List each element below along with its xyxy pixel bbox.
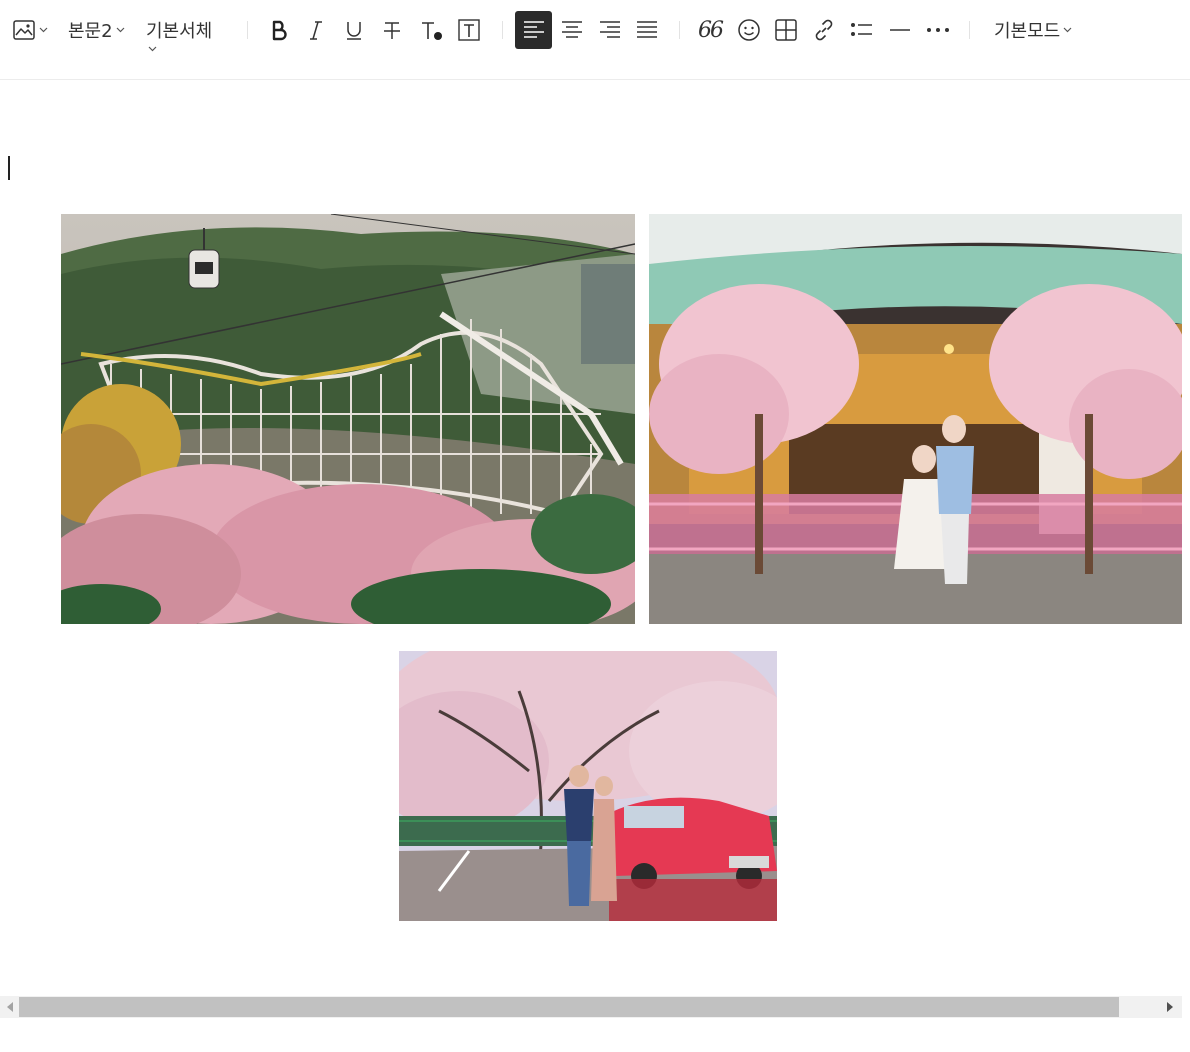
emoji-icon <box>738 19 760 41</box>
editor-mode-dropdown[interactable]: 기본모드 <box>994 16 1072 44</box>
text-background-button[interactable] <box>455 16 483 44</box>
more-button[interactable] <box>924 16 952 44</box>
strikethrough-icon <box>384 22 400 39</box>
italic-button[interactable] <box>303 16 329 44</box>
align-center-button[interactable] <box>558 16 586 44</box>
chevron-down-icon <box>116 27 125 33</box>
scroll-left-button[interactable] <box>0 996 19 1018</box>
font-family-dropdown[interactable]: 기본서체 <box>146 16 212 44</box>
chevron-down-icon <box>148 46 157 52</box>
paragraph-style-label: 본문2 <box>68 21 113 42</box>
horizontal-scrollbar[interactable] <box>0 996 1182 1018</box>
link-icon <box>815 19 833 41</box>
text-background-icon <box>458 19 480 41</box>
align-right-icon <box>600 21 620 38</box>
amusement-park-photo[interactable] <box>61 214 635 624</box>
table-icon <box>775 19 797 41</box>
align-justify-button[interactable] <box>633 16 661 44</box>
amusement-park-image <box>61 214 635 624</box>
table-button[interactable] <box>772 16 800 44</box>
paragraph-style-dropdown[interactable]: 본문2 <box>68 16 125 44</box>
couple-car-photo[interactable] <box>399 651 777 921</box>
toolbar-divider <box>247 21 248 39</box>
font-family-label: 기본서체 <box>146 21 213 42</box>
underline-icon <box>347 22 361 40</box>
image-insert-button[interactable] <box>12 16 48 44</box>
scroll-right-button[interactable] <box>1160 996 1179 1018</box>
strikethrough-button[interactable] <box>379 16 405 44</box>
chevron-down-icon <box>39 27 48 33</box>
text-cursor <box>8 156 10 180</box>
carousel-photo[interactable] <box>649 214 1182 624</box>
couple-car-image <box>399 651 777 921</box>
editor-mode-label: 기본모드 <box>994 21 1061 42</box>
image-icon <box>13 20 35 40</box>
toolbar-divider <box>502 21 503 39</box>
emoji-button[interactable] <box>735 16 763 44</box>
caret-left-icon <box>6 1002 13 1012</box>
italic-icon <box>310 21 322 40</box>
text-color-button[interactable] <box>417 16 445 44</box>
align-justify-icon <box>637 21 657 38</box>
align-left-icon <box>523 21 544 38</box>
link-button[interactable] <box>810 16 838 44</box>
text-color-icon <box>422 22 442 40</box>
bold-icon <box>272 20 287 41</box>
caret-right-icon <box>1166 1002 1173 1012</box>
bold-button[interactable] <box>266 16 292 44</box>
carousel-image <box>649 214 1182 624</box>
align-center-icon <box>562 21 582 38</box>
chevron-down-icon <box>1063 27 1072 33</box>
horizontal-rule-icon <box>890 29 910 31</box>
align-right-button[interactable] <box>596 16 624 44</box>
scrollbar-thumb[interactable] <box>19 997 1119 1017</box>
more-icon <box>927 28 949 32</box>
horizontal-rule-button[interactable] <box>886 16 914 44</box>
editor-toolbar: 본문2 기본서체 66 기본모드 <box>0 0 1190 80</box>
list-button[interactable] <box>848 16 876 44</box>
list-icon <box>851 23 872 36</box>
toolbar-divider <box>679 21 680 39</box>
toolbar-divider <box>969 21 970 39</box>
underline-button[interactable] <box>341 16 367 44</box>
align-left-button[interactable] <box>515 11 552 49</box>
quote-button[interactable]: 66 <box>696 16 724 44</box>
quote-icon: 66 <box>698 17 724 43</box>
